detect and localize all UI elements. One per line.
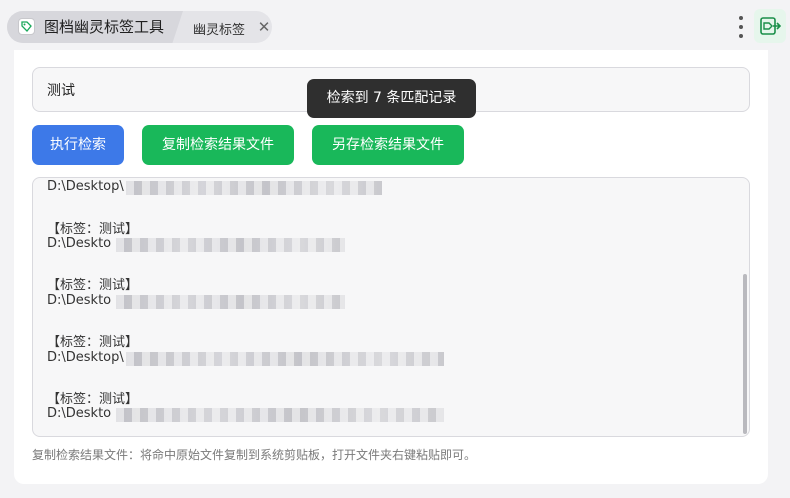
result-tag: 【标签：测试】 <box>47 222 139 237</box>
redacted-region <box>116 295 345 309</box>
tab-strip: 图档幽灵标签工具 幽灵标签 ✕ <box>7 11 272 43</box>
tag-icon <box>18 18 35 35</box>
help-text: 复制检索结果文件：将命中原始文件复制到系统剪贴板，打开文件夹右键粘贴即可。 <box>32 448 477 462</box>
result-path: D:\Desktop\ <box>47 350 124 365</box>
results-list[interactable]: D:\Desktop\ 【标签：测试】 D:\Deskto 【标签：测试】 D:… <box>32 177 750 437</box>
scrollbar-thumb[interactable] <box>743 274 747 434</box>
copy-results-button[interactable]: 复制检索结果文件 <box>142 125 294 165</box>
result-path: D:\Deskto <box>47 293 112 308</box>
save-results-button[interactable]: 另存检索结果文件 <box>312 125 464 165</box>
top-bar: 图档幽灵标签工具 幽灵标签 ✕ <box>0 0 790 50</box>
redacted-region <box>126 352 444 366</box>
tag-export-icon[interactable] <box>754 9 786 43</box>
result-tag: 【标签：测试】 <box>47 278 139 293</box>
tab-sub-label[interactable]: 幽灵标签 <box>193 19 245 38</box>
kebab-menu-icon[interactable] <box>735 15 747 39</box>
result-path: D:\Desktop\ <box>47 179 124 194</box>
tab-main-label: 图档幽灵标签工具 <box>44 18 165 36</box>
redacted-region <box>116 408 444 422</box>
result-count-tooltip: 检索到 7 条匹配记录 <box>307 79 476 118</box>
result-tag: 【标签：测试】 <box>47 392 139 407</box>
redacted-region <box>116 238 345 252</box>
execute-search-button[interactable]: 执行检索 <box>32 125 124 165</box>
result-tag: 【标签：测试】 <box>47 335 139 350</box>
redacted-region <box>126 181 382 195</box>
result-path: D:\Deskto <box>47 236 112 251</box>
result-path: D:\Deskto <box>47 406 112 421</box>
close-icon[interactable]: ✕ <box>254 17 274 37</box>
